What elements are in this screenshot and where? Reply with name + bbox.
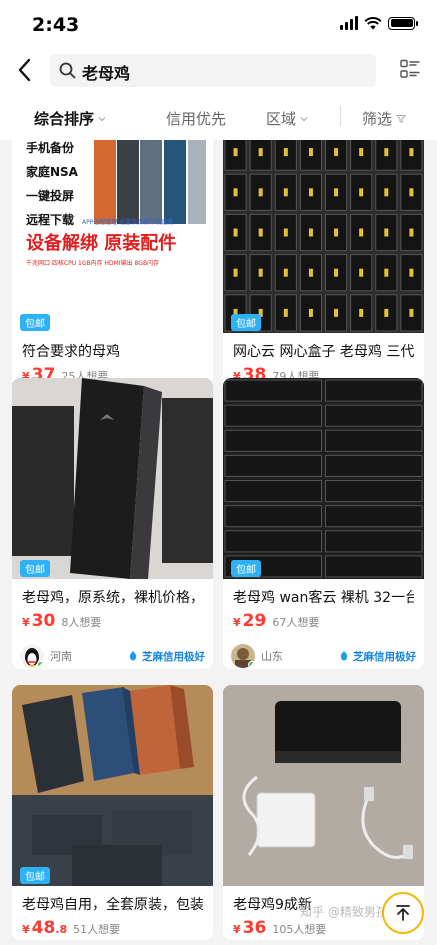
banner-headline: 设备解绑 原装配件 [26, 232, 176, 254]
banner-line2: 家庭NSA [26, 164, 79, 179]
banner-line4: 远程下载 [26, 212, 74, 227]
cellular-signal-icon [340, 16, 358, 30]
sesame-credit-icon [129, 651, 137, 661]
status-bar: 2:43 [0, 0, 437, 50]
search-query: 老母鸡 [82, 64, 131, 83]
banner-line1: 手机备份 [26, 140, 75, 155]
product-image: 包邮 [223, 140, 424, 333]
filter-credit-first-label: 信用优先 [166, 110, 227, 128]
free-shipping-tag: 包邮 [231, 560, 261, 577]
back-arrow-icon[interactable] [12, 56, 38, 84]
price-row: ¥30 8人想要 [22, 611, 203, 633]
filter-sort[interactable]: 综合排序 [34, 108, 106, 129]
filter-screen[interactable]: 筛选 [362, 108, 407, 129]
sesame-credit-icon [340, 651, 348, 661]
banner-line3: 一键投屏 [26, 188, 74, 203]
free-shipping-tag: 包邮 [20, 560, 50, 577]
seller-avatar[interactable] [231, 644, 255, 668]
product-image: 包邮 [12, 685, 213, 886]
status-icons [340, 16, 418, 30]
battery-icon [388, 16, 418, 30]
product-price: ¥29 [233, 611, 267, 631]
online-dot [248, 661, 255, 668]
filter-region-label: 区域 [266, 110, 297, 128]
chevron-down-icon [98, 116, 106, 121]
free-shipping-tag: 包邮 [20, 867, 50, 884]
filter-bar: 综合排序 信用优先 区域 筛选 [0, 92, 437, 140]
filter-screen-label: 筛选 [362, 110, 393, 128]
search-header: 老母鸡 [0, 50, 437, 92]
product-card[interactable]: 包邮 老母鸡自用，全套原装，包装 ¥48.8 51人想要 [12, 685, 213, 940]
chevron-down-icon [300, 116, 308, 121]
seller-region: 山东 [261, 650, 283, 663]
product-card[interactable]: 包邮 老母鸡，原系统，裸机价格， ¥30 8人想要 河南 芝麻信用极好 [12, 378, 213, 669]
product-image: 包邮 [12, 378, 213, 579]
filter-divider [340, 106, 341, 126]
product-title: 老母鸡自用，全套原装，包装 [22, 897, 203, 913]
status-time: 2:43 [32, 14, 80, 36]
product-image [223, 685, 424, 886]
product-image: 手机备份 家庭NSA 一键投屏 远程下载 APP远程管理 迅雷会员极下载速度 设… [12, 140, 213, 333]
filter-credit-first[interactable]: 信用优先 [166, 108, 226, 129]
banner-line4-small: APP远程管理 迅雷会员极下载速度 [82, 218, 173, 226]
want-count: 67人想要 [272, 616, 320, 629]
back-to-top-button[interactable] [382, 892, 424, 934]
price-row: ¥48.8 51人想要 [22, 918, 203, 940]
funnel-icon [396, 114, 407, 123]
product-price: ¥30 [22, 611, 56, 631]
seller-avatar[interactable] [20, 644, 44, 668]
product-price: ¥48.8 [22, 918, 68, 938]
list-view-toggle-icon[interactable] [400, 59, 420, 79]
price-row: ¥29 67人想要 [233, 611, 414, 633]
seller-row[interactable]: 河南 芝麻信用极好 [20, 643, 205, 669]
product-title: 符合要求的母鸡 [22, 344, 120, 360]
sesame-credit-badge: 芝麻信用极好 [127, 649, 205, 664]
search-input[interactable]: 老母鸡 [50, 54, 376, 87]
arrow-up-icon [396, 905, 410, 921]
product-title: 老母鸡，原系统，裸机价格， [22, 590, 203, 606]
filter-region[interactable]: 区域 [266, 108, 308, 129]
seller-region: 河南 [50, 650, 72, 663]
search-icon [59, 62, 76, 79]
want-count: 51人想要 [73, 923, 121, 936]
product-title: 老母鸡 wan客云 裸机 32一台 [233, 590, 414, 606]
filter-sort-label: 综合排序 [34, 110, 95, 128]
product-price: ¥36 [233, 918, 267, 938]
product-card[interactable]: 包邮 老母鸡 wan客云 裸机 32一台 ¥29 67人想要 山东 芝麻信用极好 [223, 378, 424, 669]
banner-spec: 千兆网口 四核CPU 1GB内存 HDMI输出 8GB闪存 [26, 259, 159, 267]
wifi-icon [364, 17, 382, 30]
sesame-credit-badge: 芝麻信用极好 [338, 649, 416, 664]
want-count: 105人想要 [272, 923, 327, 936]
product-image: 包邮 [223, 378, 424, 579]
want-count: 8人想要 [61, 616, 102, 629]
product-feed[interactable]: 手机备份 家庭NSA 一键投屏 远程下载 APP远程管理 迅雷会员极下载速度 设… [0, 140, 437, 945]
seller-row[interactable]: 山东 芝麻信用极好 [231, 643, 416, 669]
online-dot [37, 661, 44, 668]
free-shipping-tag: 包邮 [20, 314, 50, 331]
product-title: 网心云 网心盒子 老母鸡 三代 [233, 344, 414, 360]
free-shipping-tag: 包邮 [231, 314, 261, 331]
